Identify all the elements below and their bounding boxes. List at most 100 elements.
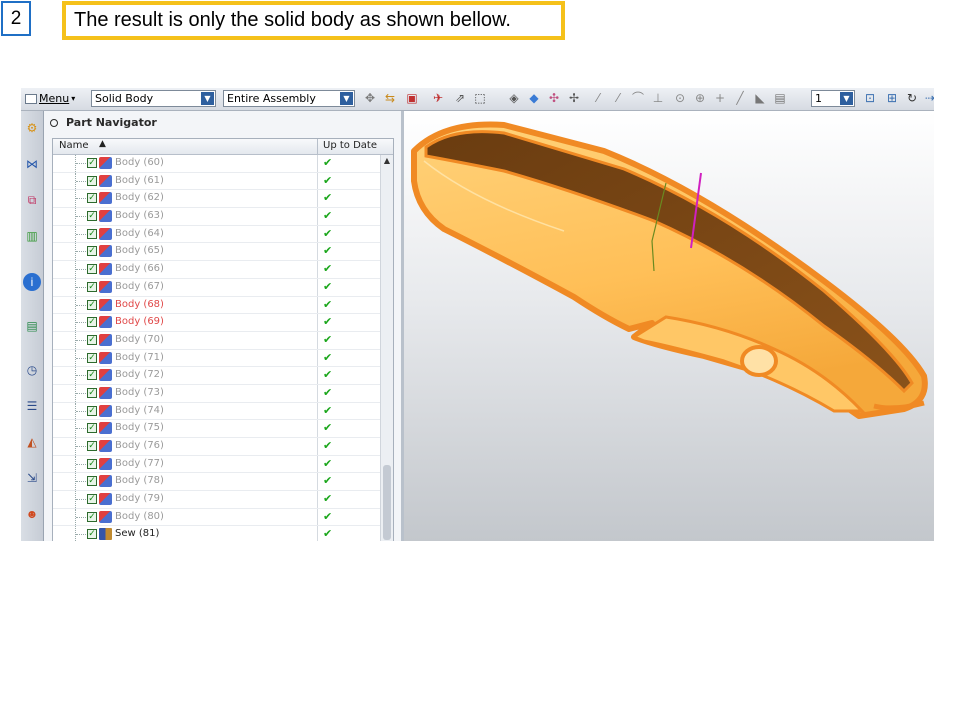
tree-row[interactable]: ✓ Body (63) ✔ xyxy=(53,208,380,226)
tree-row[interactable]: ✓ Body (78) ✔ xyxy=(53,473,380,492)
visibility-checkbox[interactable]: ✓ xyxy=(87,387,97,398)
column-divider[interactable] xyxy=(317,139,318,154)
vertical-scrollbar[interactable]: ▲ xyxy=(380,155,393,541)
visibility-checkbox[interactable]: ✓ xyxy=(87,158,97,168)
selection-scope-dropdown[interactable]: Entire Assembly ▼ xyxy=(223,90,355,107)
solid-icon[interactable]: ◈ xyxy=(507,91,521,105)
part-navigator-icon[interactable]: ⧉ xyxy=(23,191,41,209)
tree-row[interactable]: ✓ Body (77) ✔ xyxy=(53,455,380,474)
rotate-icon[interactable]: ↻ xyxy=(905,91,919,105)
tree-row[interactable]: ✓ Body (75) ✔ xyxy=(53,420,380,438)
visibility-checkbox[interactable]: ✓ xyxy=(87,193,97,204)
roles-icon[interactable]: ⇲ xyxy=(23,469,41,487)
layer-dropdown[interactable]: 1 ▼ xyxy=(811,90,855,107)
slash-icon[interactable]: ╱ xyxy=(733,91,747,105)
center-icon[interactable]: ⊙ xyxy=(673,91,687,105)
column-header-name[interactable]: Name xyxy=(59,140,89,151)
pick-icon[interactable]: ⇗ xyxy=(453,91,467,105)
curve-icon[interactable]: ⌒ xyxy=(631,91,645,105)
visibility-checkbox[interactable]: ✓ xyxy=(87,264,97,275)
line-icon[interactable]: ⁄ xyxy=(591,91,605,105)
selection-filter-dropdown[interactable]: Solid Body ▼ xyxy=(91,90,216,107)
tree-row[interactable]: ✓ Body (64) ✔ xyxy=(53,225,380,244)
up-to-date-check-icon: ✔ xyxy=(323,350,333,364)
tree-row[interactable]: ✓ Body (76) ✔ xyxy=(53,438,380,456)
feature-label: Body (72) xyxy=(115,369,164,381)
select-icon[interactable]: ▣ xyxy=(405,91,419,105)
point-icon[interactable]: ✢ xyxy=(567,91,581,105)
visibility-checkbox[interactable]: ✓ xyxy=(87,405,97,416)
tree-row[interactable]: ✓ Body (61) ✔ xyxy=(53,172,380,191)
menu-button[interactable]: Menu ▾ xyxy=(25,92,75,105)
graphics-viewport[interactable] xyxy=(404,111,934,541)
tree-row[interactable]: ✓ Body (70) ✔ xyxy=(53,331,380,350)
history-clock-icon[interactable]: ◷ xyxy=(23,361,41,379)
dropdown-arrow-icon: ▾ xyxy=(71,94,76,103)
tree-row[interactable]: ✓ Body (79) ✔ xyxy=(53,491,380,509)
tree-row[interactable]: ✓ Sew (81) ✔ xyxy=(53,526,380,541)
tree-row[interactable]: ✓ Body (80) ✔ xyxy=(53,508,380,527)
list-icon[interactable]: ☰ xyxy=(23,397,41,415)
tree-connector xyxy=(75,438,86,455)
info-icon[interactable]: i xyxy=(23,273,41,291)
pointer-icon[interactable]: ✈ xyxy=(431,91,445,105)
tree-row[interactable]: ✓ Body (72) ✔ xyxy=(53,367,380,385)
fit-icon[interactable]: ⊡ xyxy=(863,91,877,105)
visibility-checkbox[interactable]: ✓ xyxy=(87,458,97,469)
tree-connector xyxy=(75,296,86,314)
pin-icon[interactable] xyxy=(50,118,58,127)
visibility-checkbox[interactable]: ✓ xyxy=(87,281,97,292)
axis-icon[interactable]: ⊥ xyxy=(651,91,665,105)
grid-icon[interactable]: ▤ xyxy=(773,91,787,105)
tree-row[interactable]: ✓ Body (68) ✔ xyxy=(53,296,380,315)
column-divider xyxy=(317,508,318,526)
visibility-checkbox[interactable]: ✓ xyxy=(87,317,97,328)
tree-row[interactable]: ✓ Body (62) ✔ xyxy=(53,190,380,209)
tree-row[interactable]: ✓ Body (66) ✔ xyxy=(53,261,380,279)
tree-row[interactable]: ✓ Body (73) ✔ xyxy=(53,384,380,403)
tree-row[interactable]: ✓ Body (60) ✔ xyxy=(53,155,380,173)
visibility-checkbox[interactable]: ✓ xyxy=(87,476,97,487)
line2-icon[interactable]: ⁄ xyxy=(611,91,625,105)
tree-row[interactable]: ✓ Body (69) ✔ xyxy=(53,314,380,332)
visibility-checkbox[interactable]: ✓ xyxy=(87,370,97,381)
constraint-navigator-icon[interactable]: ⋈ xyxy=(23,155,41,173)
visibility-checkbox[interactable]: ✓ xyxy=(87,441,97,451)
visibility-checkbox[interactable]: ✓ xyxy=(87,246,97,257)
scroll-up-icon[interactable]: ▲ xyxy=(382,156,392,166)
tree-row[interactable]: ✓ Body (74) ✔ xyxy=(53,402,380,421)
visibility-checkbox[interactable]: ✓ xyxy=(87,494,97,505)
face-icon[interactable]: ◣ xyxy=(753,91,767,105)
filter-icon[interactable]: ⇆ xyxy=(383,91,397,105)
visibility-checkbox[interactable]: ✓ xyxy=(87,211,97,222)
tree-row[interactable]: ✓ Body (67) ✔ xyxy=(53,278,380,297)
visibility-checkbox[interactable]: ✓ xyxy=(87,423,97,434)
visibility-checkbox[interactable]: ✓ xyxy=(87,299,97,310)
zoom-icon[interactable]: ⊞ xyxy=(885,91,899,105)
visibility-checkbox[interactable]: ✓ xyxy=(87,228,97,239)
reuse-library-icon[interactable]: ▥ xyxy=(23,227,41,245)
feature-label: Body (71) xyxy=(115,351,164,363)
tree-row[interactable]: ✓ Body (71) ✔ xyxy=(53,349,380,368)
column-divider xyxy=(317,491,318,508)
pan-icon[interactable]: ⇢ xyxy=(923,91,934,105)
visibility-checkbox[interactable]: ✓ xyxy=(87,175,97,186)
assembly-navigator-icon[interactable]: ⚙ xyxy=(23,119,41,137)
palette-icon[interactable]: ◭ xyxy=(23,433,41,451)
document-icon[interactable]: ▤ xyxy=(23,317,41,335)
column-header-up-to-date[interactable]: Up to Date xyxy=(323,140,377,151)
box-select-icon[interactable]: ⬚ xyxy=(473,91,487,105)
cube-icon[interactable]: ◆ xyxy=(527,91,541,105)
vertex-icon[interactable]: ✣ xyxy=(547,91,561,105)
visibility-checkbox[interactable]: ✓ xyxy=(87,529,97,540)
up-to-date-check-icon: ✔ xyxy=(323,527,333,541)
visibility-checkbox[interactable]: ✓ xyxy=(87,511,97,522)
quadrant-icon[interactable]: ⊕ xyxy=(693,91,707,105)
tree-row[interactable]: ✓ Body (65) ✔ xyxy=(53,243,380,262)
scrollbar-thumb[interactable] xyxy=(383,465,391,540)
cross-icon[interactable]: + xyxy=(713,91,727,105)
visibility-checkbox[interactable]: ✓ xyxy=(87,334,97,345)
visibility-checkbox[interactable]: ✓ xyxy=(87,352,97,363)
snap-icon[interactable]: ✥ xyxy=(363,91,377,105)
users-icon[interactable]: ☻ xyxy=(23,505,41,523)
